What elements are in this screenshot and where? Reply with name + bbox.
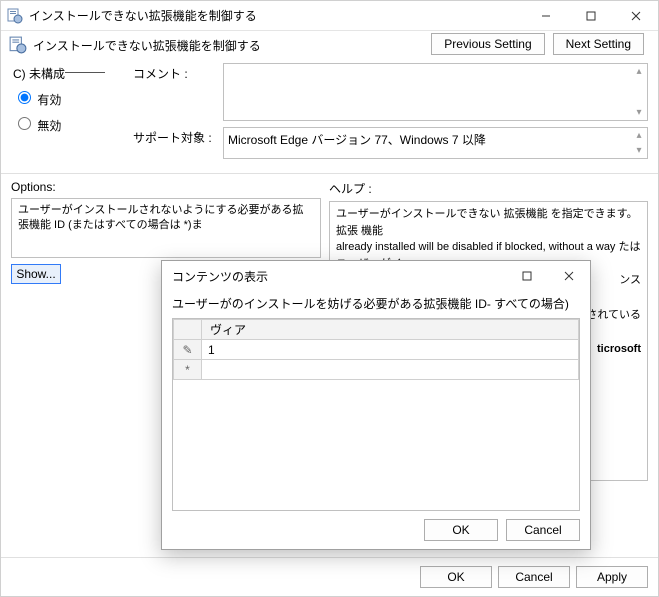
modal-titlebar: コンテンツの表示 [162, 261, 590, 291]
modal-title: コンテンツの表示 [168, 268, 506, 285]
help-label: ヘルプ : [329, 178, 648, 201]
options-description: ユーザーがインストールされないようにする必要がある拡張機能 ID (またはすべて… [18, 203, 314, 234]
grid-cell[interactable] [202, 360, 579, 380]
state-radios: C) 未構成 有効 無効 [13, 63, 133, 140]
window-title: インストールできない拡張機能を制御する [29, 7, 523, 24]
options-panel: ユーザーがインストールされないようにする必要がある拡張機能 ID (またはすべて… [11, 198, 321, 258]
minimize-button[interactable] [523, 2, 568, 30]
policy-icon [7, 8, 23, 24]
supported-on-box: Microsoft Edge バージョン 77、Windows 7 以降 ▴▾ [223, 127, 648, 159]
close-button[interactable] [613, 2, 658, 30]
ok-button[interactable]: OK [420, 566, 492, 588]
next-setting-button[interactable]: Next Setting [553, 33, 644, 55]
grid-row[interactable]: ✎ 1 [174, 340, 579, 360]
help-text: ユーザーがインストールできない 拡張機能 を指定できます。拡張 機能 [336, 206, 641, 239]
grid-column-header: ヴィア [202, 320, 579, 340]
apply-button[interactable]: Apply [576, 566, 648, 588]
radio-enabled-input[interactable] [18, 91, 31, 104]
maximize-button[interactable] [568, 2, 613, 30]
show-button[interactable]: Show... [11, 264, 61, 284]
modal-prompt: ユーザーがのインストールを妨げる必要がある拡張機能 ID- すべての場合) [172, 295, 580, 318]
modal-body: ユーザーがのインストールを妨げる必要がある拡張機能 ID- すべての場合) ヴィ… [162, 291, 590, 511]
radio-disabled[interactable]: 無効 [13, 114, 133, 134]
supported-on-text: Microsoft Edge バージョン 77、Windows 7 以降 [228, 133, 486, 147]
scrollbar[interactable]: ▴▾ [633, 130, 645, 156]
scrollbar[interactable]: ▴▾ [633, 66, 645, 118]
comment-textarea[interactable]: ▴▾ [223, 63, 648, 121]
policy-heading: インストールできない拡張機能を制御する [33, 37, 261, 54]
grid-cell[interactable]: 1 [202, 340, 579, 360]
cancel-button[interactable]: Cancel [498, 566, 570, 588]
modal-window-controls [506, 262, 590, 290]
radio-disabled-input[interactable] [18, 117, 31, 130]
main-titlebar: インストールできない拡張機能を制御する [1, 1, 658, 31]
policy-icon [9, 36, 27, 54]
grid-row-marker: * [174, 360, 202, 380]
previous-setting-button[interactable]: Previous Setting [431, 33, 544, 55]
supported-label: サポート対象 : [133, 127, 223, 146]
grid-row[interactable]: * [174, 360, 579, 380]
modal-footer: OK Cancel [162, 511, 590, 549]
show-contents-dialog: コンテンツの表示 ユーザーがのインストールを妨げる必要がある拡張機能 ID- す… [161, 260, 591, 550]
policy-editor-window: インストールできない拡張機能を制御する インストールできない拡張機能を制御する [0, 0, 659, 597]
value-grid[interactable]: ヴィア ✎ 1 * [172, 318, 580, 511]
modal-maximize-button[interactable] [506, 262, 548, 290]
grid-corner [174, 320, 202, 340]
modal-close-button[interactable] [548, 262, 590, 290]
config-area: C) 未構成 有効 無効 コメント : ▴▾ [1, 63, 658, 173]
modal-ok-button[interactable]: OK [424, 519, 498, 541]
window-controls [523, 2, 658, 30]
radio-enabled[interactable]: 有効 [13, 88, 133, 108]
comment-label: コメント : [133, 63, 223, 82]
radio-not-configured[interactable]: C) 未構成 [13, 65, 133, 82]
options-label: Options: [11, 178, 321, 198]
dialog-footer: OK Cancel Apply [1, 557, 658, 596]
grid-row-marker: ✎ [174, 340, 202, 360]
modal-cancel-button[interactable]: Cancel [506, 519, 580, 541]
